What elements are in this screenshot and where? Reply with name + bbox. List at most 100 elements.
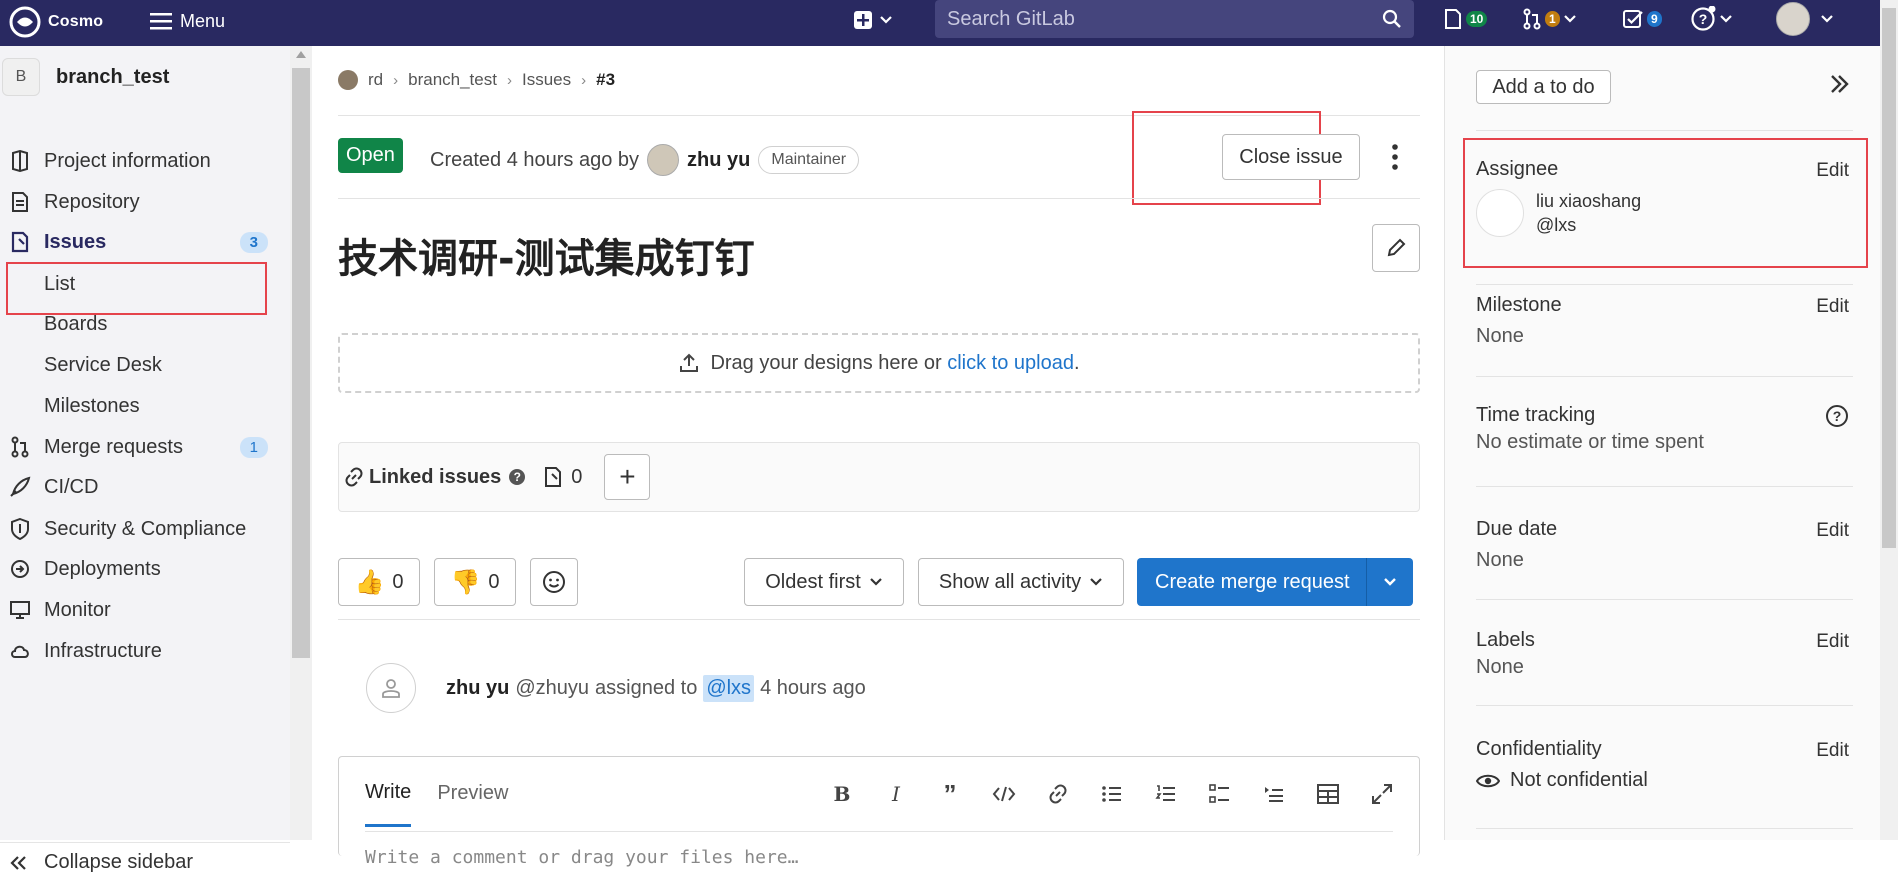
add-linked-issue-button[interactable]: + bbox=[604, 454, 651, 500]
help-nav-button[interactable]: ? bbox=[1690, 4, 1733, 34]
author-name[interactable]: zhu yu bbox=[687, 149, 750, 172]
author-avatar[interactable] bbox=[647, 144, 680, 176]
scrollbar-thumb[interactable] bbox=[1882, 8, 1896, 548]
milestone-edit-link[interactable]: Edit bbox=[1816, 296, 1849, 318]
new-dropdown-button[interactable] bbox=[853, 5, 893, 35]
search-placeholder: Search GitLab bbox=[947, 7, 1075, 30]
assignee-edit-link[interactable]: Edit bbox=[1816, 160, 1849, 182]
comment-textarea[interactable]: Write a comment or drag your files here… bbox=[365, 847, 798, 868]
sidebar-item-repository[interactable]: Repository bbox=[0, 182, 290, 222]
merge-requests-count-badge: 1 bbox=[239, 436, 268, 458]
sidebar-item-monitor[interactable]: Monitor bbox=[0, 590, 290, 630]
plus-square-icon bbox=[854, 11, 872, 29]
design-upload-dropzone[interactable]: Drag your designs here or click to uploa… bbox=[338, 333, 1420, 393]
thumbs-down-button[interactable]: 👎 0 bbox=[434, 558, 516, 606]
sidebar-item-project-information[interactable]: Project information bbox=[0, 141, 290, 181]
sidebar-item-label: Repository bbox=[44, 190, 140, 213]
upload-link[interactable]: click to upload bbox=[947, 352, 1074, 374]
question-icon[interactable]: ? bbox=[509, 469, 526, 485]
top-navbar: Cosmo Menu Search GitLab 10 1 9 ? bbox=[0, 0, 1880, 46]
sort-dropdown[interactable]: Oldest first bbox=[744, 558, 904, 606]
user-menu-button[interactable] bbox=[1776, 2, 1834, 36]
sidebar-subitem-service-desk[interactable]: Service Desk bbox=[0, 345, 290, 385]
merge-request-icon bbox=[9, 436, 31, 458]
labels-edit-link[interactable]: Edit bbox=[1816, 631, 1849, 653]
sidebar-item-deployments[interactable]: Deployments bbox=[0, 549, 290, 589]
confidentiality-edit-link[interactable]: Edit bbox=[1816, 740, 1849, 762]
quote-icon[interactable]: ” bbox=[935, 779, 965, 809]
breadcrumb-current[interactable]: #3 bbox=[596, 70, 615, 90]
tab-preview[interactable]: Preview bbox=[437, 782, 508, 805]
collapse-sidebar-button[interactable]: Collapse sidebar bbox=[0, 842, 290, 882]
shield-icon bbox=[9, 518, 31, 540]
collapse-right-sidebar-icon[interactable] bbox=[1827, 72, 1855, 100]
user-mention[interactable]: @lxs bbox=[703, 674, 755, 702]
project-header[interactable]: B branch_test bbox=[0, 56, 290, 98]
italic-icon[interactable]: I bbox=[881, 779, 911, 809]
assignee-avatar bbox=[1476, 189, 1524, 237]
scrollbar-thumb[interactable] bbox=[292, 68, 310, 658]
sidebar-subitem-milestones[interactable]: Milestones bbox=[0, 386, 290, 426]
sidebar-item-infrastructure[interactable]: Infrastructure bbox=[0, 631, 290, 671]
add-reaction-button[interactable] bbox=[530, 558, 578, 606]
page-scrollbar[interactable] bbox=[1880, 0, 1898, 840]
divider bbox=[1476, 376, 1853, 377]
cosmo-logo[interactable]: Cosmo bbox=[8, 3, 118, 41]
breadcrumb-issues[interactable]: Issues bbox=[522, 70, 571, 90]
create-merge-request-button[interactable]: Create merge request bbox=[1137, 558, 1367, 606]
more-actions-icon[interactable] bbox=[1390, 140, 1400, 174]
assignee-section: Assignee Edit liu xiaoshang @lxs bbox=[1476, 158, 1853, 237]
sidebar-item-merge-requests[interactable]: Merge requests 1 bbox=[0, 427, 290, 467]
confidentiality-section: Confidentiality Edit Not confidential bbox=[1476, 738, 1853, 792]
todos-nav-button[interactable]: 9 bbox=[1622, 4, 1662, 34]
drop-text: Drag your designs here or bbox=[710, 351, 942, 374]
menu-button[interactable]: Menu bbox=[150, 6, 225, 36]
add-todo-button[interactable]: Add a to do bbox=[1476, 70, 1611, 104]
user-icon bbox=[382, 679, 400, 698]
chevron-down-icon bbox=[880, 16, 892, 24]
numbered-list-icon[interactable] bbox=[1151, 779, 1181, 809]
scroll-up-arrow-icon[interactable] bbox=[296, 51, 306, 58]
merge-requests-nav-button[interactable]: 1 bbox=[1522, 4, 1577, 34]
labels-value: None bbox=[1476, 656, 1524, 678]
collapsible-section-icon[interactable] bbox=[1259, 779, 1289, 809]
bold-icon[interactable]: B bbox=[827, 779, 857, 809]
create-mr-dropdown-toggle[interactable] bbox=[1367, 558, 1413, 606]
link-icon[interactable] bbox=[1043, 779, 1073, 809]
double-chevron-left-icon bbox=[9, 852, 31, 874]
activity-filter-dropdown[interactable]: Show all activity bbox=[918, 558, 1124, 606]
due-date-edit-link[interactable]: Edit bbox=[1816, 520, 1849, 542]
chevron-right-icon: › bbox=[393, 71, 399, 89]
sidebar-item-label: Boards bbox=[44, 312, 108, 335]
sidebar-scrollbar[interactable] bbox=[290, 46, 312, 840]
breadcrumb-group[interactable]: rd bbox=[368, 70, 383, 90]
close-issue-button[interactable]: Close issue bbox=[1222, 134, 1360, 180]
project-sidebar: B branch_test Project information Reposi… bbox=[0, 46, 312, 873]
assignee-user[interactable]: liu xiaoshang @lxs bbox=[1476, 189, 1853, 237]
fullscreen-icon[interactable] bbox=[1367, 779, 1397, 809]
sidebar-item-ci-cd[interactable]: CI/CD bbox=[0, 467, 290, 507]
code-icon[interactable] bbox=[989, 779, 1019, 809]
group-avatar bbox=[338, 70, 358, 90]
todos-count-badge: 9 bbox=[1647, 11, 1662, 27]
bullet-list-icon[interactable] bbox=[1097, 779, 1127, 809]
thumbs-up-button[interactable]: 👍 0 bbox=[338, 558, 420, 606]
thumbs-up-icon: 👍 bbox=[354, 568, 385, 596]
rocket-icon bbox=[9, 476, 31, 498]
divider bbox=[1476, 284, 1853, 285]
markdown-toolbar: B I ” bbox=[827, 779, 1397, 809]
search-input[interactable]: Search GitLab bbox=[935, 0, 1414, 38]
sidebar-subitem-boards[interactable]: Boards bbox=[0, 304, 290, 344]
breadcrumb-project[interactable]: branch_test bbox=[408, 70, 497, 90]
thumbs-down-count: 0 bbox=[488, 570, 500, 593]
sidebar-item-security-compliance[interactable]: Security & Compliance bbox=[0, 509, 290, 549]
issues-nav-button[interactable]: 10 bbox=[1443, 4, 1488, 34]
table-icon[interactable] bbox=[1313, 779, 1343, 809]
tab-write[interactable]: Write bbox=[365, 759, 412, 827]
help-icon[interactable]: ? bbox=[1825, 404, 1849, 428]
task-list-icon[interactable] bbox=[1205, 779, 1235, 809]
edit-title-button[interactable] bbox=[1372, 224, 1420, 272]
milestone-section: Milestone Edit None bbox=[1476, 294, 1853, 348]
sidebar-item-issues[interactable]: Issues 3 bbox=[0, 222, 290, 262]
note-author[interactable]: zhu yu bbox=[446, 677, 509, 700]
